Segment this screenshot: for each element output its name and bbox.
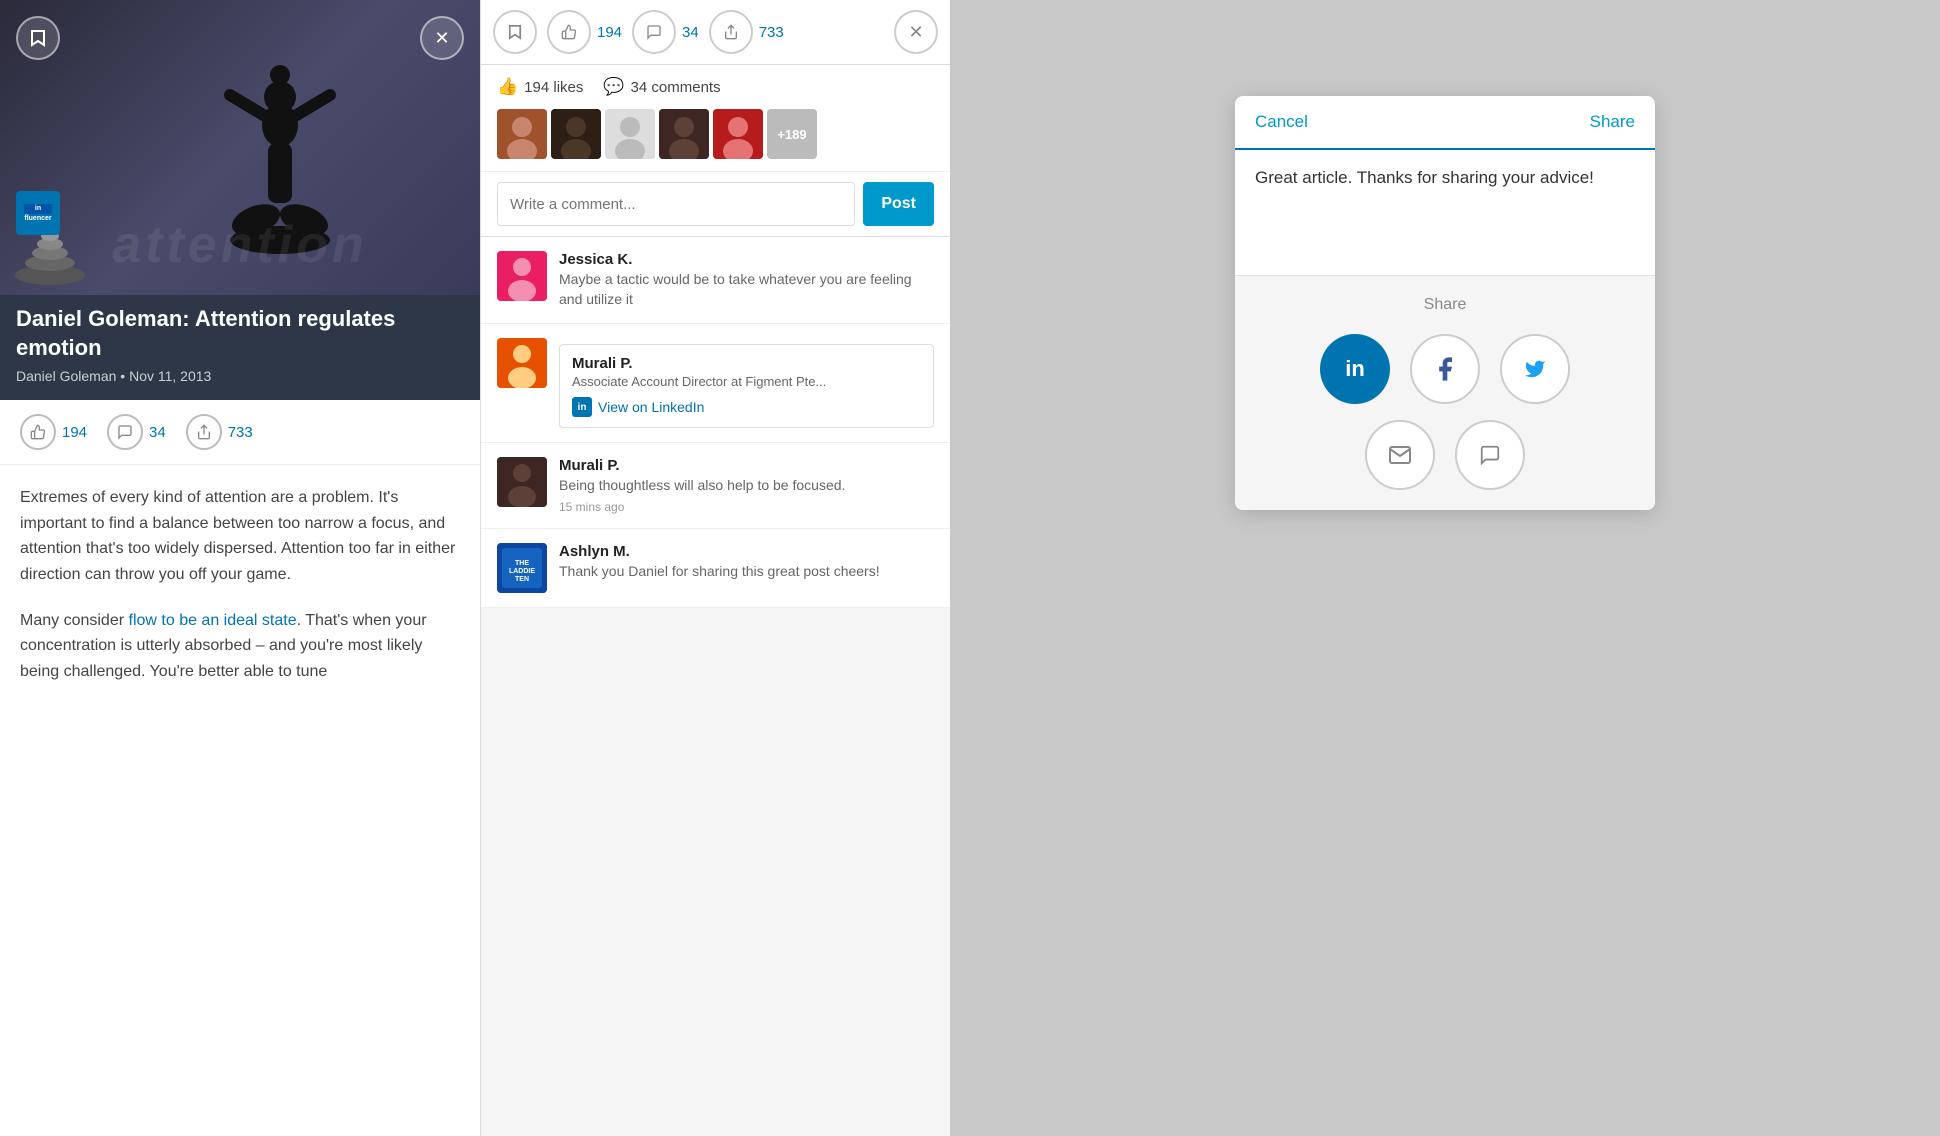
close-hero-button[interactable]: ✕ bbox=[420, 16, 464, 60]
linkedin-view-link[interactable]: in View on LinkedIn bbox=[572, 397, 921, 417]
share-modal-header: Cancel Share bbox=[1235, 96, 1655, 150]
comment-icon-circle bbox=[107, 414, 143, 450]
hero-watermark: attention bbox=[0, 215, 480, 275]
flow-link[interactable]: flow to be an ideal state bbox=[129, 612, 297, 629]
linkedin-share-button[interactable]: in bbox=[1320, 334, 1390, 404]
comment-input[interactable] bbox=[497, 182, 855, 226]
avatar-more-count: +189 bbox=[767, 109, 817, 159]
toolbar-share-icon bbox=[709, 10, 753, 54]
toolbar-close-button[interactable]: ✕ bbox=[894, 10, 938, 54]
avatar-murali bbox=[497, 457, 547, 507]
like-icon-circle bbox=[20, 414, 56, 450]
toolbar-comments[interactable]: 34 bbox=[632, 10, 699, 54]
email-share-button[interactable] bbox=[1365, 420, 1435, 490]
right-panel: Cancel Share Share in bbox=[950, 0, 1940, 1136]
article-body-p1: Extremes of every kind of attention are … bbox=[20, 485, 460, 587]
comment-murali-card: Murali P. Associate Account Director at … bbox=[481, 324, 950, 443]
likes-section: 👍 194 likes 💬 34 comments bbox=[481, 65, 950, 172]
avatar-3 bbox=[605, 109, 655, 159]
comment-murali: Murali P. Being thoughtless will also he… bbox=[481, 443, 950, 529]
middle-panel: 194 34 733 ✕ 👍 bbox=[480, 0, 950, 1136]
article-date: Nov 11, 2013 bbox=[129, 368, 211, 384]
linkedin-card-title: Associate Account Director at Figment Pt… bbox=[572, 374, 921, 389]
svg-text:THE: THE bbox=[515, 560, 529, 567]
svg-text:TEN: TEN bbox=[515, 576, 529, 583]
avatar-murali-card bbox=[497, 338, 547, 388]
toolbar-like-icon bbox=[547, 10, 591, 54]
share-icons-row-2 bbox=[1255, 420, 1635, 490]
comment-time-murali: 15 mins ago bbox=[559, 500, 934, 514]
toolbar-likes[interactable]: 194 bbox=[547, 10, 622, 54]
toolbar-comment-icon bbox=[632, 10, 676, 54]
message-share-button[interactable] bbox=[1455, 420, 1525, 490]
article-body-p2: Many consider flow to be an ideal state.… bbox=[20, 608, 460, 685]
share-buttons-section: Share in bbox=[1235, 276, 1655, 510]
brand-badge: in fluencer bbox=[16, 191, 60, 235]
article-title-block: Daniel Goleman: Attention regulates emot… bbox=[0, 295, 480, 400]
thumb-icon: 👍 bbox=[497, 77, 518, 97]
comment-jessica: Jessica K. Maybe a tactic would be to ta… bbox=[481, 237, 950, 324]
comment-content-murali-card: Murali P. Associate Account Director at … bbox=[559, 338, 934, 428]
linkedin-card-name: Murali P. bbox=[572, 355, 921, 372]
comment-author-jessica: Jessica K. bbox=[559, 251, 934, 268]
avatar-ashlyn: THE LADDIE TEN bbox=[497, 543, 547, 593]
comment-author-murali: Murali P. bbox=[559, 457, 934, 474]
cancel-button[interactable]: Cancel bbox=[1255, 112, 1308, 132]
twitter-share-button[interactable] bbox=[1500, 334, 1570, 404]
comment-content-ashlyn: Ashlyn M. Thank you Daniel for sharing t… bbox=[559, 543, 934, 593]
comment-text-murali: Being thoughtless will also help to be f… bbox=[559, 476, 934, 496]
toolbar-shares-count: 733 bbox=[759, 24, 784, 41]
avatar-1 bbox=[497, 109, 547, 159]
avatar-4 bbox=[659, 109, 709, 159]
share-button[interactable]: Share bbox=[1590, 112, 1635, 132]
share-icons-row-1: in bbox=[1255, 334, 1635, 404]
shares-stat-button[interactable]: 733 bbox=[186, 414, 253, 450]
toolbar-bookmark-button[interactable] bbox=[493, 10, 537, 54]
avatars-row: +189 bbox=[497, 109, 934, 159]
comment-author-ashlyn: Ashlyn M. bbox=[559, 543, 934, 560]
comments-list: Jessica K. Maybe a tactic would be to ta… bbox=[481, 237, 950, 1136]
avatar-5 bbox=[713, 109, 763, 159]
share-icon-circle bbox=[186, 414, 222, 450]
toolbar-likes-count: 194 bbox=[597, 24, 622, 41]
linkedin-card: Murali P. Associate Account Director at … bbox=[559, 344, 934, 428]
article-stats-row: 194 34 733 bbox=[0, 400, 480, 465]
article-body: Extremes of every kind of attention are … bbox=[0, 465, 480, 1136]
share-modal: Cancel Share Share in bbox=[1235, 96, 1655, 510]
article-meta: Daniel Goleman • Nov 11, 2013 bbox=[16, 368, 464, 384]
comment-input-row: Post bbox=[481, 172, 950, 237]
avatar-jessica bbox=[497, 251, 547, 301]
avatar-2 bbox=[551, 109, 601, 159]
facebook-share-button[interactable] bbox=[1410, 334, 1480, 404]
comment-ashlyn: THE LADDIE TEN Ashlyn M. Thank you Danie… bbox=[481, 529, 950, 608]
left-panel: attention ✕ in fluencer Daniel Goleman: … bbox=[0, 0, 480, 1136]
comment-text-jessica: Maybe a tactic would be to take whatever… bbox=[559, 270, 934, 309]
toolbar-comments-count: 34 bbox=[682, 24, 699, 41]
likes-stat-button[interactable]: 194 bbox=[20, 414, 87, 450]
article-hero: attention ✕ in fluencer bbox=[0, 0, 480, 295]
comment-content-jessica: Jessica K. Maybe a tactic would be to ta… bbox=[559, 251, 934, 309]
middle-toolbar: 194 34 733 ✕ bbox=[481, 0, 950, 65]
toolbar-shares[interactable]: 733 bbox=[709, 10, 784, 54]
bubble-icon: 💬 bbox=[603, 77, 624, 97]
comments-label: 💬 34 comments bbox=[603, 77, 720, 97]
shares-count: 733 bbox=[228, 424, 253, 441]
share-textarea[interactable] bbox=[1235, 150, 1655, 270]
svg-text:LADDIE: LADDIE bbox=[509, 568, 535, 575]
article-author: Daniel Goleman bbox=[16, 368, 116, 384]
share-section-label: Share bbox=[1255, 296, 1635, 314]
comment-content-murali: Murali P. Being thoughtless will also he… bbox=[559, 457, 934, 514]
linkedin-icon: in bbox=[572, 397, 592, 417]
bookmark-button[interactable] bbox=[16, 16, 60, 60]
article-title: Daniel Goleman: Attention regulates emot… bbox=[16, 305, 464, 362]
comments-count: 34 bbox=[149, 424, 166, 441]
comment-text-ashlyn: Thank you Daniel for sharing this great … bbox=[559, 562, 934, 582]
likes-count: 194 bbox=[62, 424, 87, 441]
comments-stat-button[interactable]: 34 bbox=[107, 414, 166, 450]
post-button[interactable]: Post bbox=[863, 182, 934, 226]
likes-label: 👍 194 likes bbox=[497, 77, 583, 97]
